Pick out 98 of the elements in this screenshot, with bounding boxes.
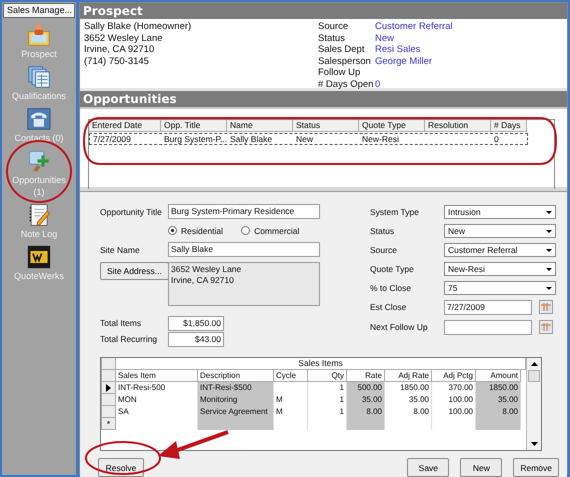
field-label: Next Follow Up <box>370 322 428 332</box>
prospect-detail: Sally Blake (Homeowner) <box>84 21 192 32</box>
telephone-icon <box>26 107 52 131</box>
section-header: Opportunities <box>80 91 567 107</box>
current-row-icon <box>106 384 111 392</box>
field-label: Salesperson <box>318 56 371 67</box>
calendar-button[interactable] <box>539 300 553 314</box>
column-header[interactable]: Name <box>227 120 293 132</box>
field-label: # Days Open <box>318 78 374 90</box>
list-cell: Burg System-P... <box>164 134 227 144</box>
grid-cell: M <box>274 406 308 418</box>
column-header[interactable]: Opp. Title <box>161 120 227 132</box>
grid-title: Sales Items <box>116 358 526 370</box>
list-cell: New <box>296 134 314 144</box>
grid-cell: MON <box>116 394 198 406</box>
field-value: George Miller <box>375 56 432 67</box>
notebook-pencil-icon <box>28 203 50 227</box>
list-cell: New-Resi <box>362 134 399 144</box>
quotewerks-logo-icon <box>26 245 51 269</box>
list-row[interactable]: 7/27/2009 Burg System-P... Sally Blake New New-Resi 0 <box>89 133 528 145</box>
column-header[interactable]: # Days <box>491 120 527 132</box>
date-field[interactable] <box>444 320 532 334</box>
field-value: New <box>375 32 394 44</box>
field-label: Opportunity Title <box>100 206 162 216</box>
list-cell: 7/27/2009 <box>93 134 131 144</box>
grid-cell: 1850.00 <box>476 382 521 394</box>
grid-cell: 8.00 <box>347 406 385 418</box>
prospect-detail: Irvine, CA 92710 <box>84 44 154 56</box>
list-cell: Sally Blake <box>230 134 272 144</box>
grid-cell: Service Agreement <box>198 406 274 418</box>
column-header[interactable]: Quote Type <box>359 120 425 132</box>
scroll-down-icon[interactable] <box>530 442 538 446</box>
radio-dot[interactable] <box>168 226 177 235</box>
scroll-up-icon[interactable] <box>530 362 538 366</box>
row-header[interactable] <box>101 382 116 394</box>
field-label: Follow Up <box>318 67 360 78</box>
sidebar-title: Sales Manage... <box>3 3 75 18</box>
documents-icon <box>27 65 51 89</box>
total-field[interactable]: $1,850.00 <box>168 316 224 330</box>
field-label: Est Close <box>370 302 406 312</box>
grid-cell: INT-Resi-500 <box>116 382 198 394</box>
column-header[interactable]: Status <box>293 120 359 132</box>
column-header[interactable]: Entered Date <box>89 120 161 132</box>
field-value: Customer Referral <box>375 21 453 32</box>
action-button[interactable]: New <box>460 458 502 477</box>
address-field[interactable]: 3652 Wesley Lane Irvine, CA 92710 <box>168 262 320 306</box>
grid-cell: 500.00 <box>347 382 385 394</box>
total-field[interactable]: $43.00 <box>168 332 224 346</box>
dropdown[interactable]: New <box>444 224 556 238</box>
list-cell: 0 <box>494 134 499 144</box>
grid-cell: INT-Resi-$500 <box>198 382 274 394</box>
magnifier-plus-icon <box>27 149 51 173</box>
calendar-icon <box>541 323 551 331</box>
radio-dot[interactable] <box>241 226 250 235</box>
section-header: Prospect <box>80 3 567 19</box>
field-label: Total Recurring <box>100 334 158 344</box>
new-row-marker[interactable]: * <box>101 418 116 430</box>
field-label: Sales Dept <box>318 44 364 56</box>
field-label: Status <box>318 32 345 44</box>
field-label: Source <box>318 21 348 32</box>
scrollbar[interactable] <box>526 358 541 450</box>
grid-cell: M <box>274 394 308 406</box>
grid-cell: 35.00 <box>347 394 385 406</box>
field-label: % to Close <box>370 282 412 292</box>
title-field[interactable]: Burg System-Primary Residence <box>168 204 320 219</box>
field-label: Quote Type <box>370 264 414 274</box>
radio-option[interactable]: Residential <box>168 226 224 236</box>
field-value: 0 <box>375 78 380 90</box>
prospect-detail: (714) 750-3145 <box>84 56 149 67</box>
grid-cell: 8.00 <box>476 406 521 418</box>
action-button[interactable]: Remove <box>513 458 559 477</box>
column-header[interactable]: Resolution <box>425 120 491 132</box>
site-address-button[interactable]: Site Address... <box>100 262 169 280</box>
calendar-icon <box>541 303 551 311</box>
grid-cell: 35.00 <box>476 394 521 406</box>
field-label: Status <box>370 226 394 236</box>
grid-cell: Monitoring <box>198 394 274 406</box>
dropdown[interactable]: Customer Referral <box>444 242 556 256</box>
calendar-button[interactable] <box>539 320 553 334</box>
dropdown[interactable]: 75 <box>444 280 556 294</box>
person-folder-icon <box>26 23 52 47</box>
field-label: Site Name <box>100 244 140 254</box>
site-name-field[interactable]: Sally Blake <box>168 242 320 257</box>
scrollbar-thumb[interactable] <box>528 370 540 382</box>
dropdown[interactable]: New-Resi <box>444 262 556 276</box>
dropdown[interactable]: Intrusion <box>444 204 556 218</box>
grid-corner <box>101 370 116 382</box>
date-field[interactable]: 7/27/2009 <box>444 300 532 314</box>
field-value: Resi Sales <box>375 44 420 56</box>
grid-cell: SA <box>116 406 198 418</box>
radio-option[interactable]: Commercial <box>241 226 300 236</box>
field-label: System Type <box>370 206 419 216</box>
action-button[interactable]: Save <box>407 458 450 477</box>
field-label: Total Items <box>100 318 142 328</box>
prospect-detail: 3652 Wesley Lane <box>84 32 163 44</box>
grid-corner <box>101 358 116 370</box>
field-label: Source <box>370 244 397 254</box>
pointer-arrow <box>158 430 229 459</box>
